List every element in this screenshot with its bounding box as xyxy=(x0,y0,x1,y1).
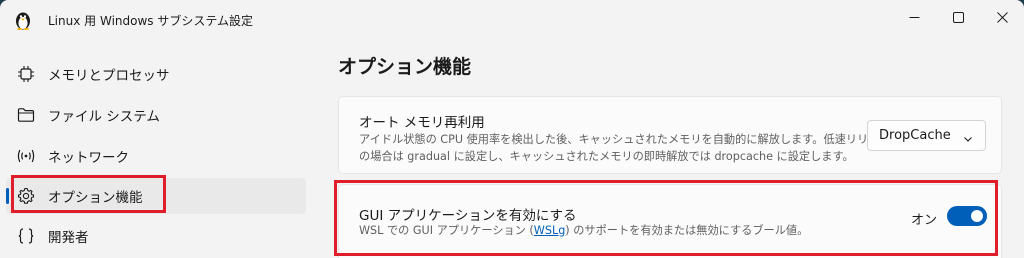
dropdown-value: DropCache xyxy=(879,128,951,143)
gui-applications-toggle[interactable] xyxy=(947,206,987,226)
auto-memory-reclaim-dropdown[interactable]: DropCache xyxy=(867,120,986,151)
toggle-knob xyxy=(971,210,983,222)
gear-icon xyxy=(16,186,36,206)
setting-description-line2: の場合は gradual に設定し、キャッシュされたメモリの即時解放では dro… xyxy=(359,150,854,163)
chevron-down-icon xyxy=(963,129,973,142)
close-button[interactable] xyxy=(980,0,1024,34)
window-title: Linux 用 Windows サブシステム設定 xyxy=(48,14,253,28)
network-icon xyxy=(16,146,36,166)
setting-card-auto-memory-reclaim: オート メモリ再利用 アイドル状態の CPU 使用率を検出した後、キャッシュされ… xyxy=(338,96,1002,174)
setting-title: オート メモリ再利用 xyxy=(359,115,485,131)
sidebar-item-label: メモリとプロセッサ xyxy=(48,68,170,84)
setting-title: GUI アプリケーションを有効にする xyxy=(359,208,577,224)
maximize-button[interactable] xyxy=(936,0,980,34)
setting-description-line1: アイドル状態の CPU 使用率を検出した後、キャッシュされたメモリを自動的に解放… xyxy=(359,133,891,146)
sidebar-item-label: 開発者 xyxy=(48,230,89,246)
sidebar-item-memory-processor[interactable]: メモリとプロセッサ xyxy=(6,56,306,92)
chip-icon xyxy=(16,64,36,84)
folder-icon xyxy=(16,105,36,125)
setting-card-gui-applications: GUI アプリケーションを有効にする WSL での GUI アプリケーション (… xyxy=(338,184,1002,258)
maximize-icon xyxy=(952,11,964,23)
penguin-icon xyxy=(14,10,32,30)
sidebar-item-file-system[interactable]: ファイル システム xyxy=(6,97,306,133)
sidebar-item-label: オプション機能 xyxy=(48,190,143,206)
setting-description: WSL での GUI アプリケーション (WSLg) のサポートを有効または無効… xyxy=(359,222,808,239)
wslg-link[interactable]: WSLg xyxy=(534,224,566,237)
close-icon xyxy=(996,11,1008,23)
sidebar-item-label: ネットワーク xyxy=(48,150,129,166)
toggle-state-label: オン xyxy=(911,213,938,228)
setting-description-prefix: WSL での GUI アプリケーション ( xyxy=(359,224,534,237)
sidebar-item-developer[interactable]: 開発者 xyxy=(6,218,306,254)
sidebar-item-optional-features[interactable]: オプション機能 xyxy=(6,178,306,214)
page-title: オプション機能 xyxy=(338,56,472,78)
braces-icon xyxy=(16,226,36,246)
sidebar-item-network[interactable]: ネットワーク xyxy=(6,138,306,174)
title-bar: Linux 用 Windows サブシステム設定 xyxy=(0,0,1024,38)
setting-description-suffix: ) のサポートを有効または無効にするブール値。 xyxy=(565,224,809,237)
sidebar-item-label: ファイル システム xyxy=(48,109,160,125)
selection-indicator xyxy=(6,188,9,204)
minimize-button[interactable] xyxy=(892,0,936,34)
settings-window: Linux 用 Windows サブシステム設定 メモリとプロセッサ ファイル … xyxy=(0,0,1024,258)
minimize-icon xyxy=(909,16,919,18)
